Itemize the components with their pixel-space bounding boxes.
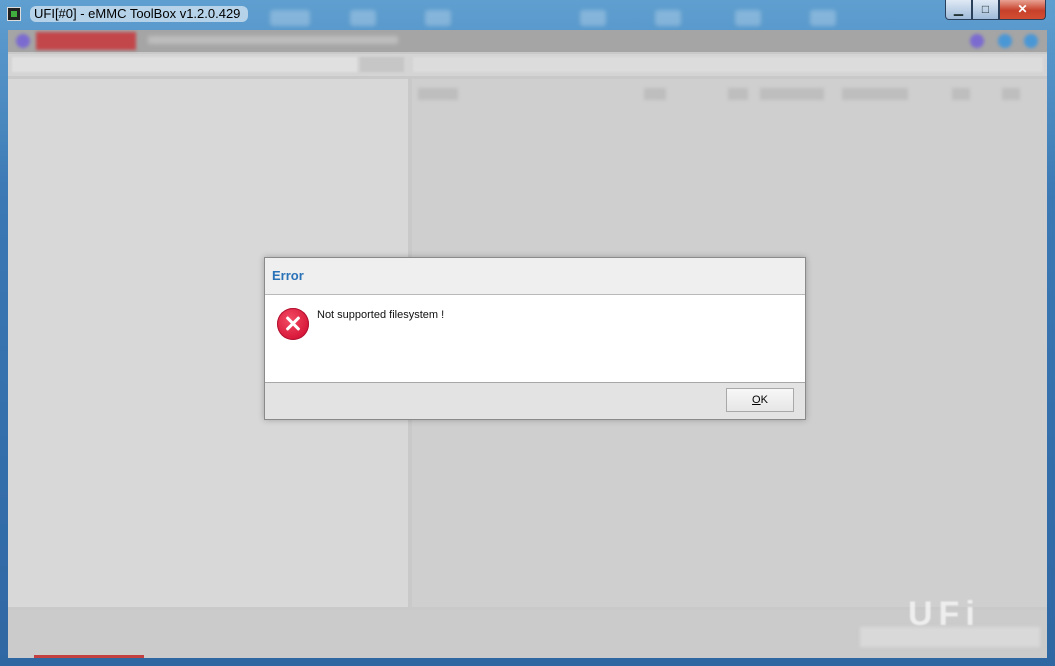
error-icon	[277, 308, 309, 340]
path-button	[360, 57, 404, 72]
path-input	[12, 57, 357, 72]
column-header	[760, 88, 824, 100]
blurred-background-icon	[580, 10, 606, 26]
window-title: UFI[#0] - eMMC ToolBox v1.2.0.429	[30, 6, 249, 22]
blurred-background-icon	[810, 10, 836, 26]
ok-mnemonic: O	[752, 394, 761, 406]
toolbar-tabs-blurred	[148, 36, 398, 44]
status-box-blurred	[860, 627, 1040, 647]
close-button[interactable]: ✕	[999, 0, 1046, 20]
progress-strip	[34, 655, 144, 658]
column-header	[842, 88, 908, 100]
blurred-background-icon	[655, 10, 681, 26]
title-bar[interactable]: UFI[#0] - eMMC ToolBox v1.2.0.429 ▁ □ ✕	[0, 0, 1055, 30]
column-header	[952, 88, 970, 100]
app-icon	[7, 7, 21, 21]
ok-label: K	[760, 394, 768, 406]
dialog-body: Not supported filesystem !	[265, 295, 805, 383]
dialog-message: Not supported filesystem !	[317, 309, 445, 321]
dialog-footer: OK	[265, 383, 805, 419]
error-dialog: Error Not supported filesystem ! OK	[264, 257, 806, 420]
ok-button[interactable]: OK	[726, 388, 794, 412]
dialog-header: Error	[265, 258, 805, 295]
toolbar-icon	[1024, 34, 1038, 48]
blurred-background-icon	[735, 10, 761, 26]
toolbar	[8, 30, 1047, 52]
tab-active-blurred	[36, 32, 136, 50]
minimize-icon: ▁	[953, 2, 964, 16]
column-header	[1002, 88, 1020, 100]
maximize-button[interactable]: □	[972, 0, 999, 20]
dialog-title: Error	[272, 268, 304, 283]
toolbar-icon	[998, 34, 1012, 48]
column-header	[418, 88, 458, 100]
blurred-background-icon	[350, 10, 376, 26]
column-header	[644, 88, 666, 100]
blurred-background-icon	[425, 10, 451, 26]
toolbar-icon	[16, 34, 30, 48]
minimize-button[interactable]: ▁	[945, 0, 972, 20]
maximize-icon: □	[981, 2, 990, 16]
path-display	[413, 57, 1043, 72]
toolbar-icon	[970, 34, 984, 48]
path-bar	[8, 54, 1047, 76]
column-header	[728, 88, 748, 100]
close-icon: ✕	[1017, 2, 1028, 16]
blurred-background-icon	[270, 10, 310, 26]
